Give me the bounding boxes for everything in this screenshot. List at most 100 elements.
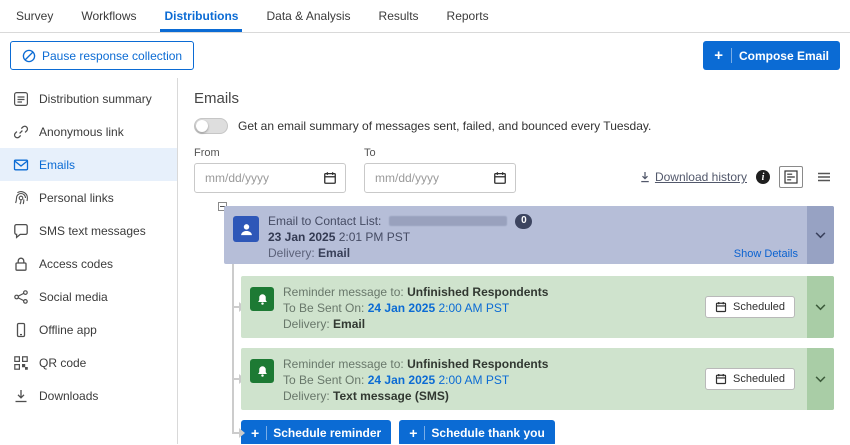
qr-icon bbox=[13, 355, 29, 371]
list-view-toggle[interactable] bbox=[812, 166, 836, 188]
email-thread: Email to Contact List: 0 23 Jan 2025 2:0… bbox=[194, 206, 836, 444]
envelope-icon bbox=[13, 157, 29, 173]
sidebar-item-offline-app[interactable]: Offline app bbox=[0, 313, 177, 346]
sidebar-item-sms-text-messages[interactable]: SMS text messages bbox=[0, 214, 177, 247]
sidebar-item-qr-code[interactable]: QR code bbox=[0, 346, 177, 379]
link-icon bbox=[13, 124, 29, 140]
scheduled-label: Scheduled bbox=[733, 373, 785, 385]
sidebar-item-label: Personal links bbox=[39, 191, 114, 205]
expand-email-card-button[interactable] bbox=[807, 206, 834, 264]
email-to-label: Email to Contact List: bbox=[268, 213, 381, 229]
toolbar: Pause response collection + Compose Emai… bbox=[0, 33, 850, 78]
sidebar-item-label: Distribution summary bbox=[39, 92, 152, 106]
top-nav: Survey Workflows Distributions Data & An… bbox=[0, 0, 850, 33]
send-time: 2:00 AM PST bbox=[438, 301, 509, 315]
expand-reminder-card-button[interactable] bbox=[807, 276, 834, 338]
delivery-value: Email bbox=[333, 317, 365, 331]
tab-survey[interactable]: Survey bbox=[2, 0, 67, 32]
email-sent-date: 23 Jan 2025 bbox=[268, 230, 335, 244]
pause-response-collection-button[interactable]: Pause response collection bbox=[10, 41, 194, 70]
distribution-sidebar: Distribution summary Anonymous link Emai… bbox=[0, 78, 178, 444]
plus-icon: + bbox=[251, 426, 267, 440]
tab-workflows[interactable]: Workflows bbox=[67, 0, 150, 32]
email-summary-toggle[interactable] bbox=[194, 118, 228, 134]
from-date-label: From bbox=[194, 147, 346, 159]
sidebar-item-label: Anonymous link bbox=[39, 125, 124, 139]
reminder-recipient: Unfinished Respondents bbox=[407, 285, 548, 299]
sidebar-item-label: Downloads bbox=[39, 389, 98, 403]
send-on-label: To Be Sent On: bbox=[283, 301, 364, 315]
sidebar-item-downloads[interactable]: Downloads bbox=[0, 379, 177, 412]
sidebar-item-label: Emails bbox=[39, 158, 75, 172]
tab-reports[interactable]: Reports bbox=[433, 0, 503, 32]
scheduled-status-badge: Scheduled bbox=[705, 368, 795, 390]
sidebar-item-social-media[interactable]: Social media bbox=[0, 280, 177, 313]
lock-icon bbox=[13, 256, 29, 272]
to-date-field[interactable] bbox=[364, 163, 516, 193]
pause-slash-circle-icon bbox=[22, 49, 36, 63]
to-date-label: To bbox=[364, 147, 516, 159]
sidebar-item-label: QR code bbox=[39, 356, 86, 370]
info-icon[interactable]: i bbox=[756, 170, 770, 184]
plus-icon: + bbox=[409, 426, 425, 440]
reminder-card[interactable]: Reminder message to: Unfinished Responde… bbox=[241, 348, 834, 410]
email-sent-time: 2:01 PM PST bbox=[339, 230, 410, 244]
email-summary-toggle-label: Get an email summary of messages sent, f… bbox=[238, 119, 651, 133]
calendar-icon bbox=[715, 373, 727, 385]
from-date-input[interactable] bbox=[203, 170, 323, 186]
tree-connector-arrow bbox=[232, 432, 240, 434]
expand-reminder-card-button[interactable] bbox=[807, 348, 834, 410]
tab-distributions[interactable]: Distributions bbox=[150, 0, 252, 32]
download-history-label: Download history bbox=[655, 170, 747, 184]
sidebar-item-distribution-summary[interactable]: Distribution summary bbox=[0, 82, 177, 115]
sidebar-item-label: Social media bbox=[39, 290, 108, 304]
scheduled-label: Scheduled bbox=[733, 301, 785, 313]
sidebar-item-access-codes[interactable]: Access codes bbox=[0, 247, 177, 280]
reminder-recipient: Unfinished Respondents bbox=[407, 357, 548, 371]
sidebar-item-personal-links[interactable]: Personal links bbox=[0, 181, 177, 214]
content-area: Distribution summary Anonymous link Emai… bbox=[0, 78, 850, 444]
compose-button-label: Compose Email bbox=[739, 49, 829, 63]
send-on-label: To Be Sent On: bbox=[283, 373, 364, 387]
tree-connector-arrow bbox=[232, 378, 240, 380]
show-details-link[interactable]: Show Details bbox=[734, 248, 798, 260]
download-history-link[interactable]: Download history bbox=[640, 170, 747, 184]
scheduled-status-badge: Scheduled bbox=[705, 296, 795, 318]
sidebar-item-label: SMS text messages bbox=[39, 224, 146, 238]
page-title: Emails bbox=[194, 90, 836, 107]
tab-data-analysis[interactable]: Data & Analysis bbox=[252, 0, 364, 32]
emails-panel: Emails Get an email summary of messages … bbox=[178, 78, 850, 444]
send-date: 24 Jan 2025 bbox=[368, 301, 435, 315]
reminder-bell-icon bbox=[250, 359, 274, 383]
delivery-value: Email bbox=[318, 246, 350, 260]
sidebar-item-anonymous-link[interactable]: Anonymous link bbox=[0, 115, 177, 148]
send-time: 2:00 AM PST bbox=[438, 373, 509, 387]
chevron-down-icon bbox=[815, 376, 826, 383]
schedule-reminder-button[interactable]: + Schedule reminder bbox=[241, 420, 391, 444]
email-distribution-card[interactable]: Email to Contact List: 0 23 Jan 2025 2:0… bbox=[224, 206, 834, 264]
pause-button-label: Pause response collection bbox=[42, 49, 182, 63]
chat-bubble-icon bbox=[13, 223, 29, 239]
tab-results[interactable]: Results bbox=[365, 0, 433, 32]
detail-view-toggle[interactable] bbox=[779, 166, 803, 188]
reminder-card[interactable]: Reminder message to: Unfinished Responde… bbox=[241, 276, 834, 338]
calendar-icon[interactable] bbox=[323, 171, 337, 185]
sidebar-item-label: Access codes bbox=[39, 257, 113, 271]
mobile-icon bbox=[13, 322, 29, 338]
count-badge: 0 bbox=[515, 214, 532, 229]
schedule-thank-you-button[interactable]: + Schedule thank you bbox=[399, 420, 555, 444]
schedule-thank-you-label: Schedule thank you bbox=[431, 426, 544, 440]
from-date-field[interactable] bbox=[194, 163, 346, 193]
sidebar-item-emails[interactable]: Emails bbox=[0, 148, 177, 181]
compose-email-button[interactable]: + Compose Email bbox=[703, 41, 840, 70]
delivery-value: Text message (SMS) bbox=[333, 389, 449, 403]
delivery-label: Delivery: bbox=[268, 246, 315, 260]
calendar-icon[interactable] bbox=[493, 171, 507, 185]
share-icon bbox=[13, 289, 29, 305]
sidebar-item-label: Offline app bbox=[39, 323, 97, 337]
download-small-icon bbox=[640, 171, 650, 183]
reminder-label: Reminder message to: bbox=[283, 357, 404, 371]
send-date: 24 Jan 2025 bbox=[368, 373, 435, 387]
calendar-icon bbox=[715, 301, 727, 313]
to-date-input[interactable] bbox=[373, 170, 493, 186]
